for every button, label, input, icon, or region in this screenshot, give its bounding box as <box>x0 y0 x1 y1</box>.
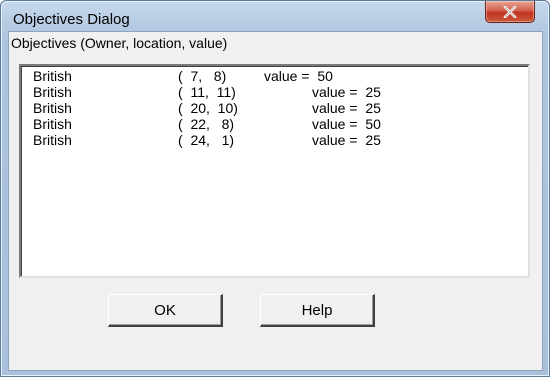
list-item[interactable]: British ( 22, 8) value = 50 <box>27 116 522 132</box>
objective-value: value = 25 <box>312 132 381 148</box>
objective-owner: British <box>33 116 72 132</box>
list-item[interactable]: British ( 20, 10) value = 25 <box>27 100 522 116</box>
objective-location: ( 20, 10) <box>178 100 238 116</box>
ok-button[interactable]: OK <box>108 294 223 327</box>
window-title: Objectives Dialog <box>13 11 130 28</box>
objective-value: value = 50 <box>264 68 333 84</box>
list-item[interactable]: British ( 24, 1) value = 25 <box>27 132 522 148</box>
objectives-group-label: Objectives (Owner, location, value) <box>11 35 228 51</box>
list-item[interactable]: British ( 11, 11) value = 25 <box>27 84 522 100</box>
help-button[interactable]: Help <box>260 294 375 327</box>
objective-owner: British <box>33 68 72 84</box>
objective-location: ( 24, 1) <box>178 132 235 148</box>
objective-owner: British <box>33 132 72 148</box>
objective-location: ( 7, 8) <box>178 68 227 84</box>
close-button[interactable] <box>485 1 535 23</box>
objective-value: value = 50 <box>312 116 381 132</box>
objective-owner: British <box>33 100 72 116</box>
objective-location: ( 11, 11) <box>178 84 236 100</box>
objective-location: ( 22, 8) <box>178 116 235 132</box>
objectives-listbox[interactable]: British ( 7, 8) value = 50 British ( 11,… <box>19 64 530 278</box>
objective-owner: British <box>33 84 72 100</box>
close-x-icon <box>503 5 517 18</box>
list-item[interactable]: British ( 7, 8) value = 50 <box>27 68 522 84</box>
objective-value: value = 25 <box>312 100 381 116</box>
objective-value: value = 25 <box>312 84 381 100</box>
